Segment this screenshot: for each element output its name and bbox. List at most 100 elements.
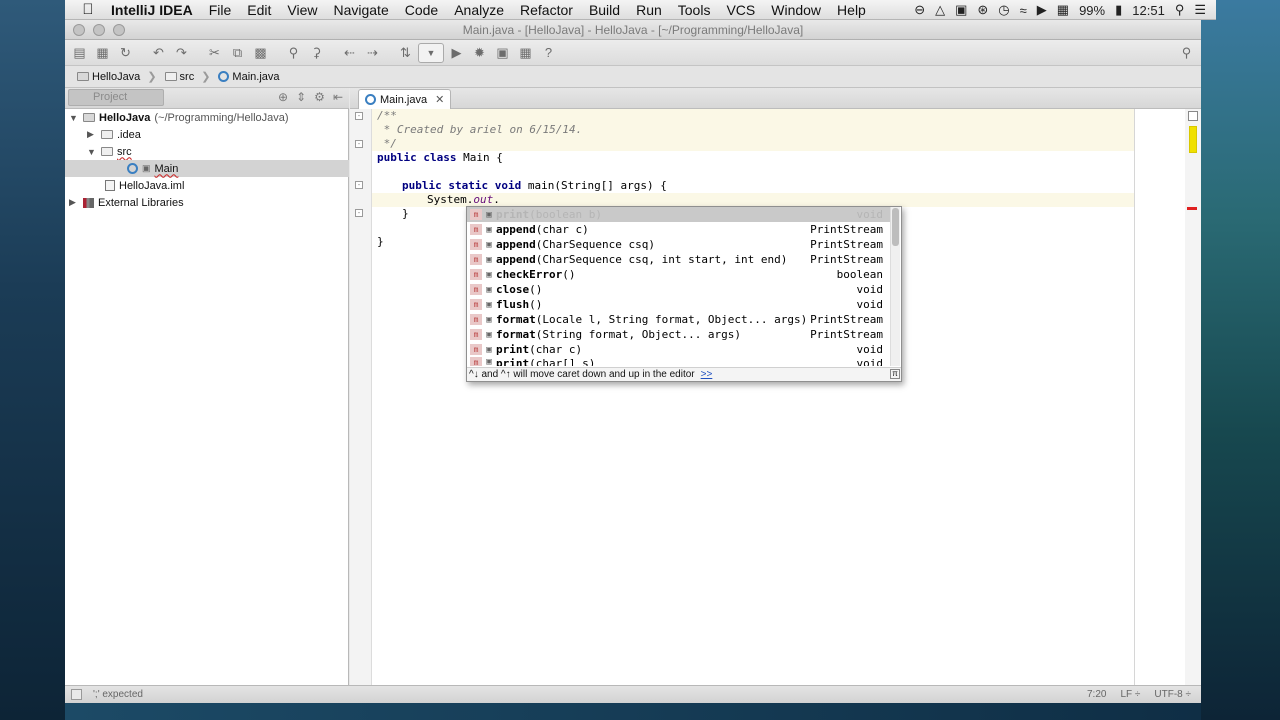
completion-item[interactable]: m ▣ append (char c) PrintStream (467, 222, 891, 237)
collapsed-arrow-icon[interactable]: ▶ (69, 197, 79, 208)
scrollbar-thumb[interactable] (892, 208, 899, 246)
tab-main-java[interactable]: Main.java ✕ (358, 89, 452, 109)
make-project-icon[interactable]: ⇅ (395, 43, 416, 63)
project-structure-icon[interactable]: ▦ (515, 43, 536, 63)
find-icon[interactable]: ⚲ (283, 43, 304, 63)
paste-icon[interactable]: ▩ (250, 43, 271, 63)
fold-marker-icon[interactable]: - (355, 181, 363, 189)
pin-icon[interactable]: π (890, 369, 900, 379)
project-view-selector[interactable]: Project (68, 89, 164, 106)
do-not-disturb-icon[interactable]: ⊖ (914, 2, 925, 18)
completion-item[interactable]: m ▣ flush () void (467, 297, 891, 312)
flag-icon[interactable]: ▦ (1057, 2, 1069, 18)
forward-icon[interactable]: ⇢ (362, 43, 383, 63)
hide-panel-icon[interactable]: ⇤ (333, 90, 343, 104)
scroll-from-source-icon[interactable]: ⊕ (278, 90, 288, 104)
bluetooth-icon[interactable]: ⊛ (977, 2, 988, 18)
undo-icon[interactable]: ↶ (148, 43, 169, 63)
menu-help[interactable]: Help (829, 2, 874, 18)
notification-center-icon[interactable]: ☰ (1194, 2, 1206, 18)
expanded-arrow-icon[interactable]: ▼ (87, 147, 97, 157)
menu-tools[interactable]: Tools (670, 2, 719, 18)
completion-item[interactable]: m ▣ print (char[] s) void (467, 357, 891, 366)
completion-item[interactable]: m ▣ format (Locale l, String format, Obj… (467, 312, 891, 327)
cut-icon[interactable]: ✂ (204, 43, 225, 63)
coverage-icon[interactable]: ▣ (492, 43, 513, 63)
collapsed-arrow-icon[interactable]: ▶ (87, 129, 97, 140)
breadcrumb-file[interactable]: Main.java (214, 71, 283, 83)
volume-icon[interactable]: ▶ (1037, 2, 1047, 18)
completion-item[interactable]: m ▣ checkError () boolean (467, 267, 891, 282)
spotlight-icon[interactable]: ⚲ (1175, 2, 1185, 18)
completion-scrollbar[interactable] (890, 207, 900, 366)
completion-item[interactable]: m ▣ print (char c) void (467, 342, 891, 357)
time-machine-icon[interactable]: ◷ (998, 2, 1009, 18)
close-icon[interactable]: ✕ (435, 93, 444, 106)
breadcrumb-separator: ❯ (147, 71, 157, 83)
code-line-2: * Created by ariel on 6/15/14. (377, 123, 583, 136)
menu-edit[interactable]: Edit (239, 2, 279, 18)
replace-icon[interactable]: ⚳ (306, 43, 327, 63)
wifi-icon[interactable]: ≈ (1020, 3, 1027, 18)
completion-item[interactable]: m ▣ append (CharSequence csq) PrintStrea… (467, 237, 891, 252)
run-configuration-dropdown[interactable]: ▼ (418, 42, 444, 63)
apple-icon[interactable]:  (65, 1, 111, 18)
search-everywhere-icon[interactable]: ⚲ (1176, 43, 1197, 63)
menu-window[interactable]: Window (763, 2, 829, 18)
caret-position[interactable]: 7:20 (1087, 689, 1106, 700)
tool-windows-toggle-icon[interactable] (71, 689, 82, 700)
menu-view[interactable]: View (279, 2, 325, 18)
dropbox-icon[interactable]: △ (935, 2, 945, 18)
line-separator[interactable]: LF ÷ (1120, 689, 1140, 700)
help-icon[interactable]: ? (538, 43, 559, 63)
java-class-icon (365, 94, 376, 105)
menu-build[interactable]: Build (581, 2, 628, 18)
run-icon[interactable]: ▶ (446, 43, 467, 63)
redo-icon[interactable]: ↷ (171, 43, 192, 63)
code-editor[interactable]: - - - - /** * Created by ariel on 6/15/1… (350, 109, 1201, 685)
menu-navigate[interactable]: Navigate (325, 2, 396, 18)
completion-item[interactable]: m ▣ close () void (467, 282, 891, 297)
tree-node-main[interactable]: ▣ Main (65, 160, 349, 177)
tree-node-iml[interactable]: HelloJava.iml (105, 177, 184, 194)
expanded-arrow-icon[interactable]: ▼ (69, 113, 79, 123)
open-folder-icon[interactable]: ▤ (69, 43, 90, 63)
hint-more-link[interactable]: >> (701, 369, 713, 380)
menu-file[interactable]: File (201, 2, 240, 18)
warning-marker[interactable] (1189, 126, 1197, 153)
save-icon[interactable]: ▦ (92, 43, 113, 63)
back-icon[interactable]: ⇠ (339, 43, 360, 63)
copy-icon[interactable]: ⧉ (227, 43, 248, 63)
collapse-all-icon[interactable]: ⇕ (296, 90, 306, 104)
battery-level[interactable]: 99% (1079, 3, 1105, 18)
tree-node-idea[interactable]: ▶ .idea (87, 126, 141, 143)
menu-run[interactable]: Run (628, 2, 670, 18)
fold-marker-icon[interactable]: - (355, 112, 363, 120)
menu-analyze[interactable]: Analyze (446, 2, 512, 18)
breadcrumb-project[interactable]: HelloJava ❯ (73, 70, 161, 83)
file-encoding[interactable]: UTF-8 ÷ (1154, 689, 1191, 700)
error-marker[interactable] (1187, 207, 1197, 210)
clock[interactable]: 12:51 (1132, 3, 1165, 18)
tree-node-external-libraries[interactable]: ▶ External Libraries (69, 194, 184, 211)
menu-code[interactable]: Code (397, 2, 446, 18)
debug-icon[interactable]: ✹ (469, 43, 490, 63)
lock-icon[interactable]: ▣ (955, 2, 967, 18)
menu-refactor[interactable]: Refactor (512, 2, 581, 18)
tree-node-src[interactable]: ▼ src (87, 143, 132, 160)
sync-icon[interactable]: ↻ (115, 43, 136, 63)
breadcrumb-src[interactable]: src ❯ (161, 70, 215, 83)
fold-marker-icon[interactable]: - (355, 140, 363, 148)
settings-gear-icon[interactable]: ⚙ (314, 90, 325, 104)
completion-item[interactable]: m ▣ print (boolean b) void (467, 207, 891, 222)
app-menu[interactable]: IntelliJ IDEA (111, 2, 201, 18)
method-icon: m (470, 344, 482, 355)
completion-item[interactable]: m ▣ append (CharSequence csq, int start,… (467, 252, 891, 267)
completion-item[interactable]: m ▣ format (String format, Object... arg… (467, 327, 891, 342)
method-icon: m (470, 357, 482, 366)
inspection-status-icon[interactable] (1188, 111, 1198, 121)
tree-node-root[interactable]: ▼ HelloJava (~/Programming/HelloJava) (69, 109, 289, 126)
fold-marker-icon[interactable]: - (355, 209, 363, 217)
menu-vcs[interactable]: VCS (718, 2, 763, 18)
error-stripe (1185, 109, 1201, 685)
